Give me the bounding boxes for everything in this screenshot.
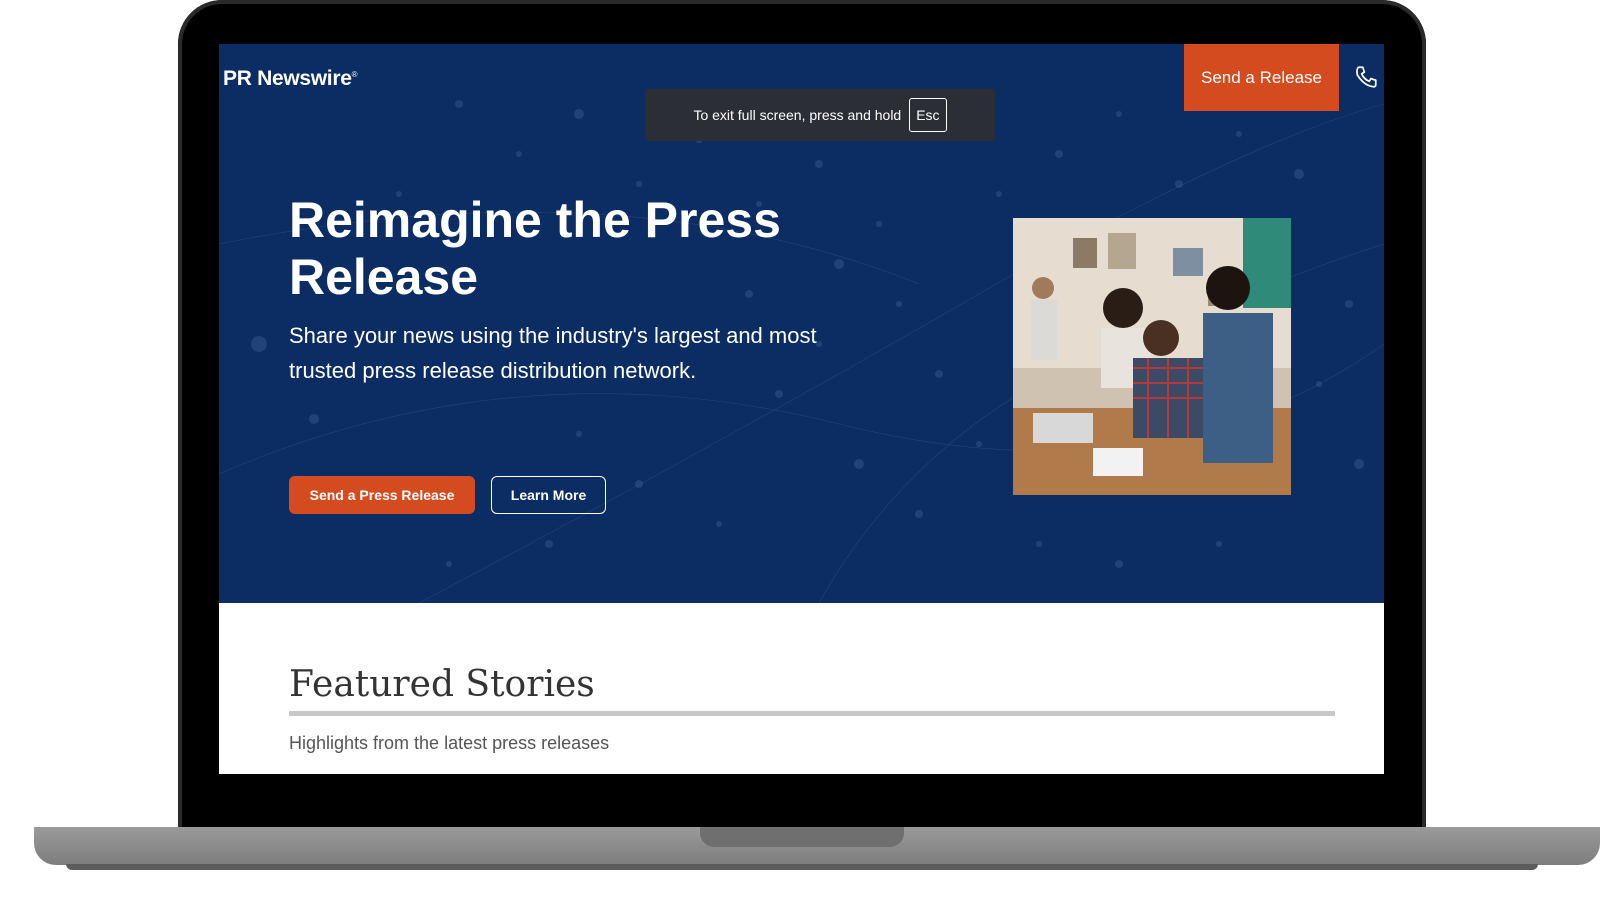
fullscreen-banner-text: To exit full screen, press and hold — [693, 107, 902, 123]
team-working-photo — [1013, 218, 1291, 495]
featured-stories-subtitle: Highlights from the latest press release… — [289, 733, 610, 753]
logo-registered-mark: ® — [351, 70, 358, 79]
laptop-notch — [700, 827, 904, 847]
phone-icon[interactable] — [1353, 64, 1379, 90]
fullscreen-exit-banner: To exit full screen, press and hold Esc — [645, 89, 995, 141]
laptop-base-lip — [66, 864, 1538, 870]
send-release-button[interactable]: Send a Release — [1184, 44, 1339, 111]
send-press-release-button[interactable]: Send a Press Release — [289, 476, 475, 514]
hero-title: Reimagine the Press Release — [289, 192, 781, 305]
featured-divider — [289, 711, 1335, 716]
pr-newswire-logo[interactable]: PR Newswire® — [223, 67, 357, 91]
esc-key-badge: Esc — [909, 98, 947, 132]
hero-section: PR Newswire® Send a Release To exit full… — [219, 44, 1384, 603]
hero-subtitle: Share your news using the industry's lar… — [289, 323, 817, 383]
featured-stories-title: Featured Stories — [289, 664, 595, 705]
learn-more-button[interactable]: Learn More — [491, 476, 606, 514]
browser-screen: PR Newswire® Send a Release To exit full… — [219, 44, 1384, 774]
logo-text: PR Newswire — [223, 67, 352, 90]
